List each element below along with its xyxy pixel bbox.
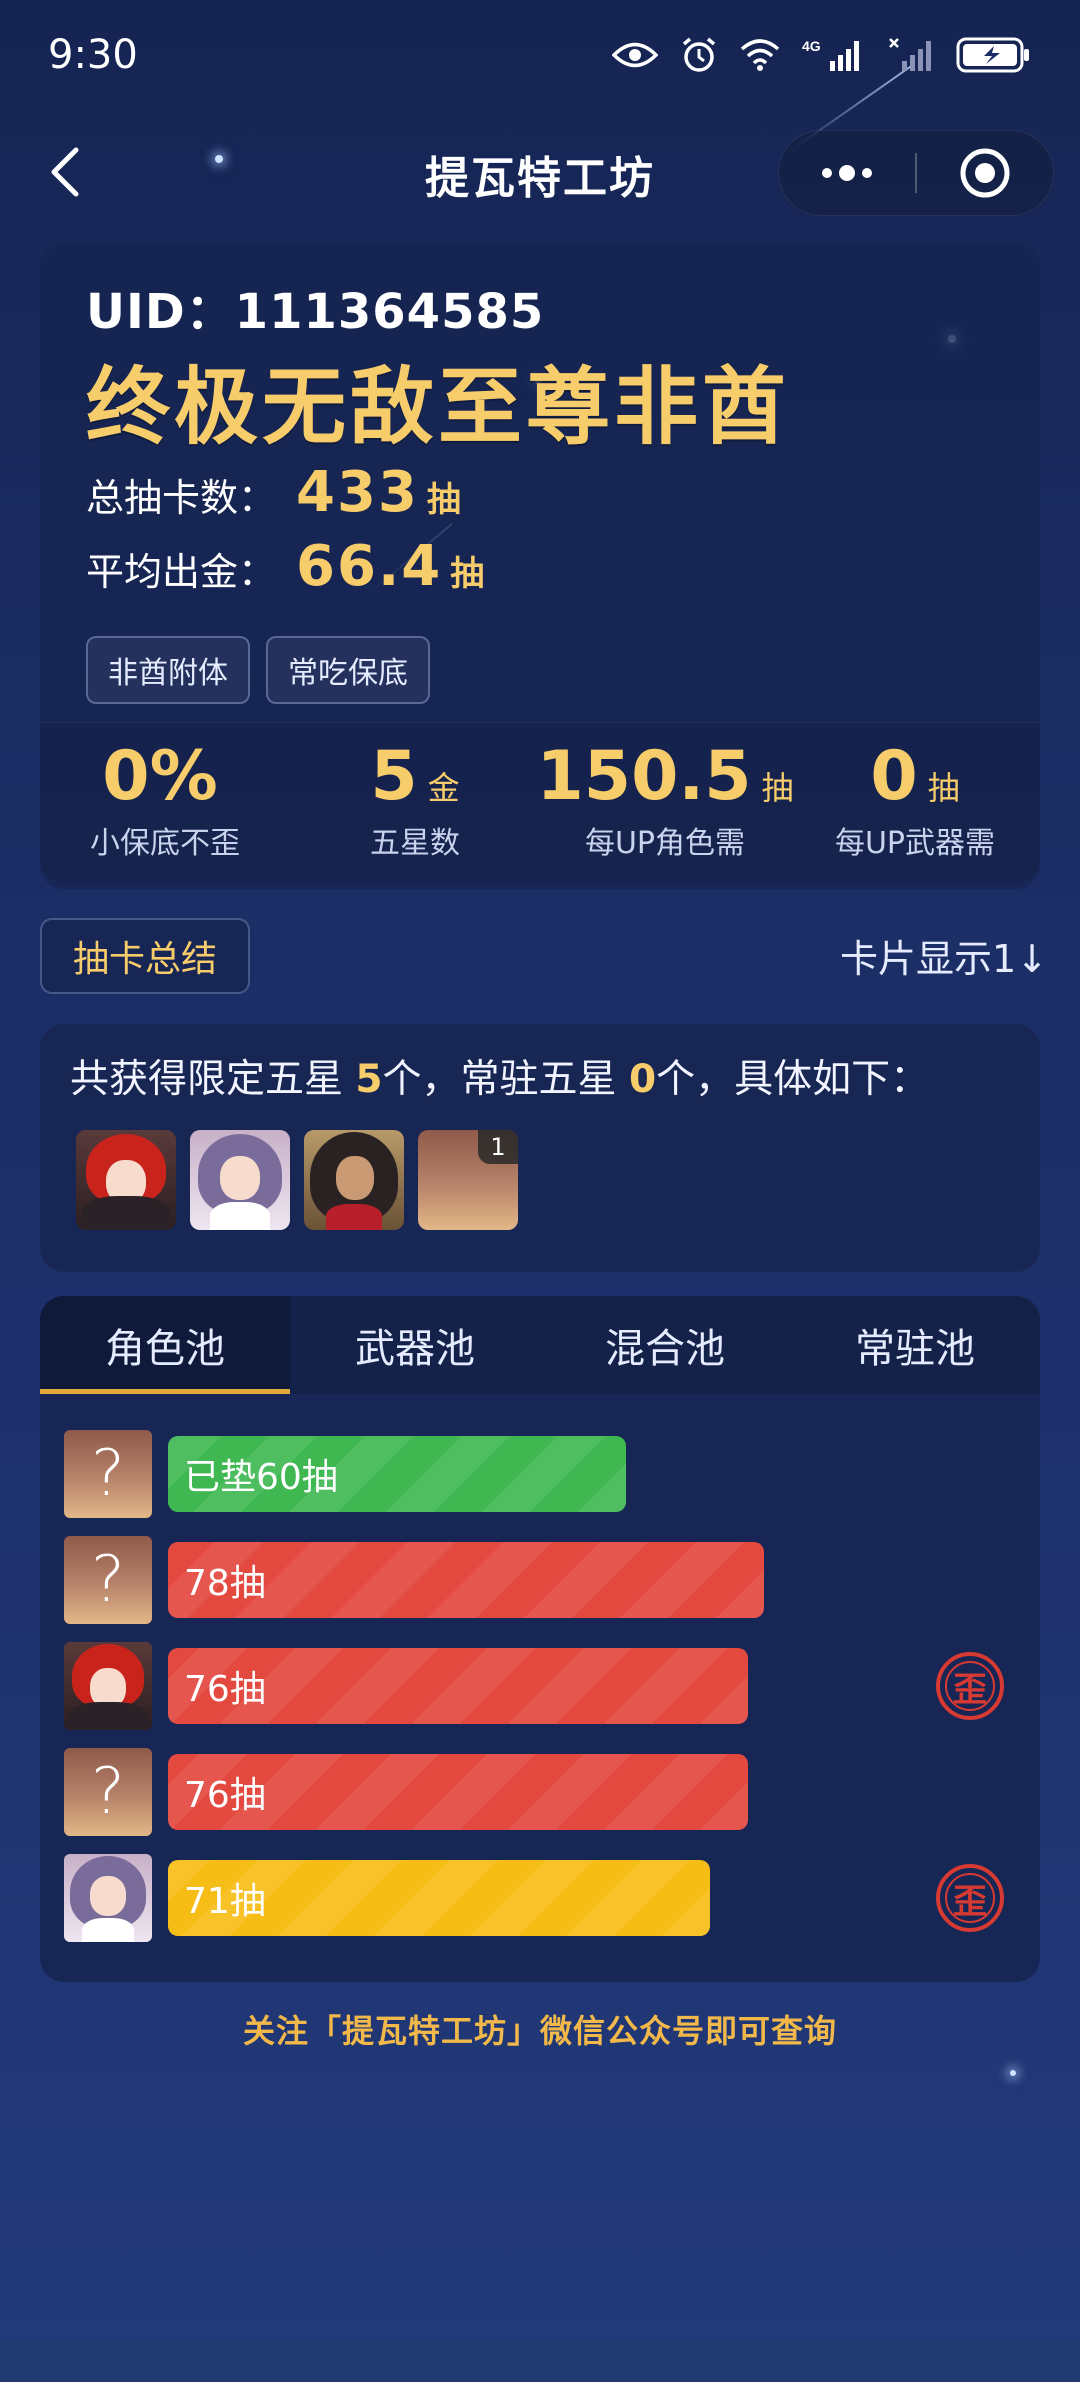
pool-tabs: 角色池 武器池 混合池 常驻池 — [40, 1296, 1040, 1394]
tag: 非酋附体 — [86, 636, 250, 704]
uid-text: UID：111364585 — [86, 284, 545, 340]
lost-5050-stamp-icon: 歪 — [936, 1864, 1004, 1932]
metric-label: 小保底不歪 — [90, 826, 240, 861]
metric-unit: 抽 — [761, 769, 794, 807]
pull-count-bar: 76抽 — [168, 1648, 748, 1724]
five-star-avatar-list: 1 — [76, 1130, 518, 1230]
pull-row: ? 78抽 — [64, 1536, 1016, 1624]
metric-five-star-count: 5金 五星数 — [290, 723, 540, 882]
limited-count: 5 — [355, 1057, 383, 1102]
pull-row: 71抽 歪 — [64, 1854, 1016, 1942]
metric-per-up-weapon: 0抽 每UP武器需 — [790, 723, 1040, 882]
diluc-row-avatar — [64, 1642, 152, 1730]
average-gold-value: 66.4 — [296, 534, 443, 599]
summary-text-prefix: 共获得限定五星 — [70, 1057, 356, 1102]
total-pulls: 总抽卡数： 433 抽 — [86, 460, 461, 525]
tag: 常吃保底 — [266, 636, 430, 704]
pity-progress-bar: 已垫60抽 — [168, 1436, 626, 1512]
status-bar: 9:30 4G — [0, 0, 1080, 110]
metric-no-lose-5050: 0% 小保底不歪 — [40, 723, 290, 882]
more-button[interactable] — [779, 163, 915, 183]
wifi-icon — [740, 39, 780, 71]
metric-label: 每UP角色需 — [584, 826, 746, 861]
pull-count-bar: 71抽 — [168, 1860, 710, 1936]
signal-4g-icon: 4G — [802, 37, 866, 73]
metric-value: 0% — [102, 737, 218, 816]
status-icons: 4G — [612, 36, 1032, 74]
diluc-avatar[interactable] — [76, 1130, 176, 1230]
metric-value: 5 — [370, 737, 418, 816]
average-gold: 平均出金： 66.4 抽 — [86, 534, 484, 599]
total-pulls-label: 总抽卡数： — [86, 476, 277, 520]
total-pulls-unit: 抽 — [426, 480, 461, 520]
metric-value: 150.5 — [536, 737, 752, 816]
footer-note: 关注「提瓦特工坊」微信公众号即可查询 — [242, 2012, 837, 2050]
keqing-row-avatar — [64, 1854, 152, 1942]
pull-row: 76抽 歪 — [64, 1642, 1016, 1730]
total-pulls-value: 433 — [296, 460, 419, 525]
tab-character-pool[interactable]: 角色池 — [40, 1296, 290, 1394]
miniprogram-capsule — [778, 130, 1054, 216]
nickname-title: 终极无敌至尊非酋 — [86, 358, 791, 456]
summary-text-mid: 个，常驻五星 — [382, 1057, 629, 1102]
nav-bar: 提瓦特工坊 — [0, 130, 1080, 216]
metric-label: 每UP武器需 — [834, 826, 996, 861]
eye-icon — [612, 40, 658, 70]
signal-no-service-icon — [888, 37, 934, 73]
metric-unit: 抽 — [927, 769, 960, 807]
unknown-character-avatar: ? — [64, 1536, 152, 1624]
close-miniprogram-button[interactable] — [917, 147, 1053, 199]
profile-card: UID：111364585 终极无敌至尊非酋 总抽卡数： 433 抽 平均出金：… — [40, 244, 1040, 889]
card-display-toggle[interactable]: 卡片显示1↓ — [840, 928, 1080, 988]
question-mark-icon: ? — [91, 1755, 125, 1829]
pull-row: ? 已垫60抽 — [64, 1430, 1016, 1518]
more-dots-icon — [822, 165, 872, 181]
summary-button[interactable]: 抽卡总结 — [40, 918, 250, 994]
alarm-icon — [680, 36, 718, 74]
keqing-avatar[interactable] — [190, 1130, 290, 1230]
metric-label: 五星数 — [370, 826, 460, 861]
lost-5050-stamp-icon: 歪 — [936, 1652, 1004, 1720]
target-circle-icon — [960, 148, 1010, 198]
metric-value: 0 — [870, 737, 918, 816]
summary-text-suffix: 个，具体如下： — [656, 1057, 930, 1102]
star — [1010, 2070, 1016, 2076]
tag-list: 非酋附体 常吃保底 — [86, 636, 430, 704]
dehya-avatar[interactable] — [304, 1130, 404, 1230]
metrics-row: 0% 小保底不歪 5金 五星数 150.5 抽 每UP角色需 0抽 每UP武器需 — [40, 722, 1040, 882]
tab-mixed-pool[interactable]: 混合池 — [540, 1296, 790, 1394]
question-mark-icon: ? — [91, 1543, 125, 1617]
pull-row: ? 76抽 — [64, 1748, 1016, 1836]
unknown-avatar[interactable]: 1 — [418, 1130, 518, 1230]
question-mark-icon: ? — [91, 1437, 125, 1511]
unknown-character-avatar: ? — [64, 1748, 152, 1836]
average-gold-label: 平均出金： — [86, 550, 277, 594]
svg-text:4G: 4G — [802, 38, 821, 54]
count-badge: 1 — [478, 1130, 518, 1164]
status-time: 9:30 — [48, 32, 138, 78]
tab-weapon-pool[interactable]: 武器池 — [290, 1296, 540, 1394]
bottom-strip — [0, 2342, 1080, 2382]
unknown-character-avatar: ? — [64, 1430, 152, 1518]
battery-charging-icon — [956, 36, 1032, 74]
metric-unit: 金 — [427, 769, 460, 807]
pull-count-bar: 78抽 — [168, 1542, 764, 1618]
five-star-summary-text: 共获得限定五星 5个，常驻五星 0个，具体如下： — [70, 1048, 929, 1104]
metric-per-up-character: 150.5 抽 每UP角色需 — [536, 723, 793, 882]
five-star-summary-card: 共获得限定五星 5个，常驻五星 0个，具体如下： 1 — [40, 1024, 1040, 1272]
pull-count-bar: 76抽 — [168, 1754, 748, 1830]
standard-count: 0 — [628, 1057, 657, 1102]
pool-history-card: 角色池 武器池 混合池 常驻池 ? 已垫60抽 ? 78抽 76抽 歪 ? 76… — [40, 1296, 1040, 1982]
average-gold-unit: 抽 — [450, 554, 485, 594]
tab-standard-pool[interactable]: 常驻池 — [790, 1296, 1040, 1394]
